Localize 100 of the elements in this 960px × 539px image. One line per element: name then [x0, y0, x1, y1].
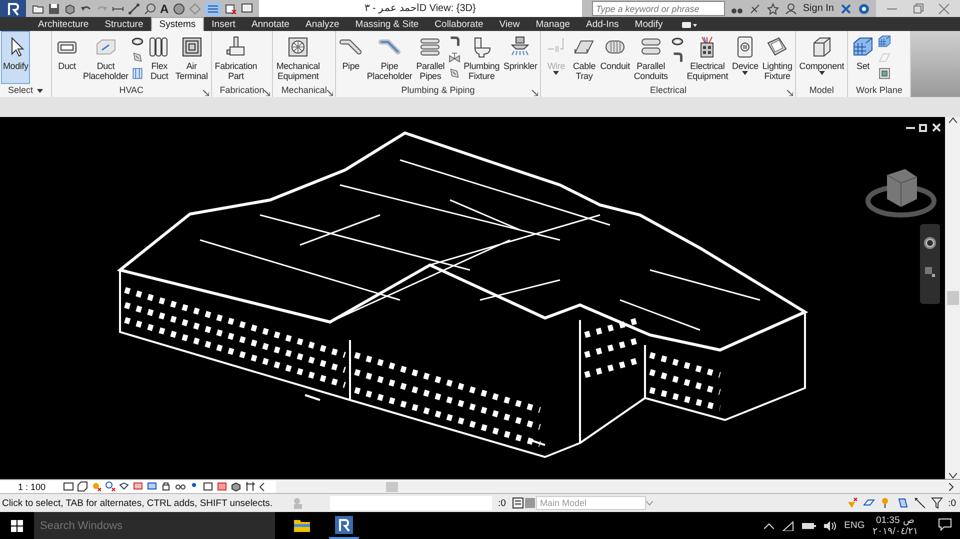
- ribbon-tab[interactable]: Structure: [96, 17, 152, 31]
- folder-icon[interactable]: [32, 2, 44, 14]
- view-restore-icon[interactable]: [919, 122, 928, 132]
- scrollbar-thumb[interactable]: [386, 482, 398, 492]
- battery-icon[interactable]: [802, 522, 816, 530]
- drag-elements-icon[interactable]: [914, 497, 926, 510]
- ribbon-tab[interactable]: View: [491, 17, 528, 31]
- speaker-icon[interactable]: [824, 520, 836, 531]
- view-scale[interactable]: 1 : 100: [0, 482, 60, 492]
- vertical-scrollbar[interactable]: [945, 116, 960, 480]
- ribbon-tool-button[interactable]: Parallel Conduits: [632, 31, 670, 84]
- language-indicator[interactable]: ENG: [844, 520, 865, 532]
- ribbon-tab[interactable]: Modify: [626, 17, 671, 31]
- shadow-icon[interactable]: [104, 481, 116, 492]
- crop-region-icon[interactable]: [146, 481, 158, 492]
- steering-wheel-icon[interactable]: [923, 236, 937, 250]
- editable-only-field[interactable]: [330, 496, 492, 510]
- lock-icon[interactable]: [160, 481, 172, 492]
- status-hint: Click to select, TAB for alternates, CTRL adds, SHIFT unselects.: [1, 498, 274, 509]
- select-links-icon[interactable]: [846, 497, 858, 510]
- ribbon-tool-button[interactable]: Parallel Pipes: [414, 31, 447, 84]
- reveal-icon[interactable]: [216, 481, 228, 492]
- search-field[interactable]: Type a keyword or phrase: [592, 1, 725, 16]
- app-icon[interactable]: [335, 516, 353, 534]
- user-icon[interactable]: [784, 2, 797, 14]
- ribbon-tab[interactable]: Massing & Site: [347, 17, 427, 31]
- dialog-launcher-icon[interactable]: [532, 90, 538, 96]
- ribbon-tab[interactable]: Add-Ins: [578, 17, 627, 31]
- ribbon-tab[interactable]: Architecture: [30, 17, 97, 31]
- ribbon-tool-button[interactable]: Set: [849, 31, 878, 84]
- close-hidden-icon[interactable]: [224, 2, 237, 14]
- sign-in-link[interactable]: Sign In: [802, 3, 834, 14]
- grid-plane-icon[interactable]: [877, 34, 892, 49]
- sheet-icon[interactable]: [62, 481, 74, 492]
- taskbar-search-field[interactable]: Search Windows: [34, 512, 275, 539]
- ribbon-tool-button[interactable]: Flex Duct: [145, 31, 174, 84]
- ribbon-tool-button[interactable]: Sprinkler: [502, 31, 540, 84]
- chevron-up-icon[interactable]: [764, 522, 774, 529]
- box-icon[interactable]: [76, 481, 88, 492]
- panel-title: Fabrication: [220, 84, 264, 97]
- folder-icon[interactable]: [294, 519, 310, 532]
- design-options-icon[interactable]: [512, 497, 524, 510]
- help-icon[interactable]: [858, 2, 870, 14]
- dialog-launcher-icon[interactable]: [787, 90, 794, 96]
- close-icon[interactable]: [938, 2, 950, 14]
- sun-icon[interactable]: [90, 481, 102, 492]
- save-icon[interactable]: [48, 2, 60, 14]
- windows-logo-icon[interactable]: [11, 520, 23, 532]
- workset-count: :0: [497, 498, 507, 509]
- switch-windows-icon[interactable]: [240, 2, 253, 14]
- select-by-face-icon[interactable]: [897, 497, 910, 510]
- temporary-hide-icon[interactable]: [202, 481, 214, 492]
- ribbon-tool-button[interactable]: Component: [797, 31, 846, 84]
- ribbon-tab[interactable]: Systems: [151, 17, 204, 31]
- panel-title: Electrical: [650, 84, 687, 97]
- collapse-icon[interactable]: [258, 482, 265, 491]
- ribbon-tab[interactable]: Insert: [204, 17, 244, 31]
- viewer-icon[interactable]: [877, 66, 892, 81]
- ribbon-tool-button[interactable]: Cable Tray: [570, 31, 598, 84]
- dimension-icon[interactable]: [128, 2, 140, 14]
- panel-title: Plumbing & Piping: [401, 84, 475, 97]
- ribbon-tool-button[interactable]: Lighting Fixture: [760, 31, 794, 84]
- text-tool[interactable]: A: [160, 2, 169, 16]
- ribbon-tab[interactable]: Collaborate: [426, 17, 492, 31]
- navigation-bar[interactable]: [920, 224, 940, 304]
- crop-icon[interactable]: [132, 481, 144, 492]
- ribbon-tool-button[interactable]: Duct Placeholder: [81, 31, 130, 84]
- ribbon-tool-button[interactable]: Conduit: [598, 31, 632, 84]
- ribbon-tab[interactable]: Analyze: [297, 17, 348, 31]
- ribbon-tool-button[interactable]: Device: [730, 31, 760, 84]
- window-title: احمد عمر - ٣D View: {3D}: [258, 0, 582, 17]
- zoom-region-icon[interactable]: [924, 266, 936, 278]
- view-close-icon[interactable]: [932, 122, 941, 132]
- dialog-launcher-icon[interactable]: [264, 90, 270, 96]
- ribbon-tool-button[interactable]: Plumbing Fixture: [462, 31, 502, 84]
- air-terminal-icon: [180, 35, 204, 59]
- star-icon[interactable]: [766, 2, 779, 14]
- app-menu-button[interactable]: [0, 0, 26, 17]
- ribbon-tool-button[interactable]: Mechanical Equipment: [274, 31, 322, 84]
- notification-icon[interactable]: [938, 518, 952, 531]
- ribbon-tool-button[interactable]: Pipe Placeholder: [364, 31, 414, 84]
- constraints-icon[interactable]: [244, 481, 256, 492]
- filter-icon[interactable]: [931, 497, 944, 510]
- panel-toggle-icon[interactable]: [680, 20, 697, 30]
- ribbon-tool-button[interactable]: Duct: [53, 31, 82, 84]
- restore-icon[interactable]: [912, 2, 924, 14]
- panel-title[interactable]: Select: [8, 84, 34, 97]
- scrollbar-thumb[interactable]: [946, 290, 958, 305]
- ribbon-tool-button[interactable]: Electrical Equipment: [684, 31, 730, 84]
- dialog-launcher-icon[interactable]: [202, 90, 209, 96]
- ribbon-tool-button[interactable]: Fabrication Part: [212, 31, 260, 84]
- ribbon-tool-button[interactable]: Pipe: [336, 31, 365, 84]
- panel-title: Work Plane: [856, 84, 902, 97]
- horizontal-scrollbar[interactable]: [276, 480, 960, 493]
- valve-icon[interactable]: [446, 50, 462, 65]
- ribbon-tab[interactable]: Annotate: [243, 17, 298, 31]
- ribbon-tool-button[interactable]: Air Terminal: [173, 31, 210, 84]
- dialog-launcher-icon[interactable]: [326, 90, 333, 96]
- ribbon-tab[interactable]: Manage: [528, 17, 578, 31]
- ribbon-tool-button[interactable]: Modify: [1, 31, 30, 84]
